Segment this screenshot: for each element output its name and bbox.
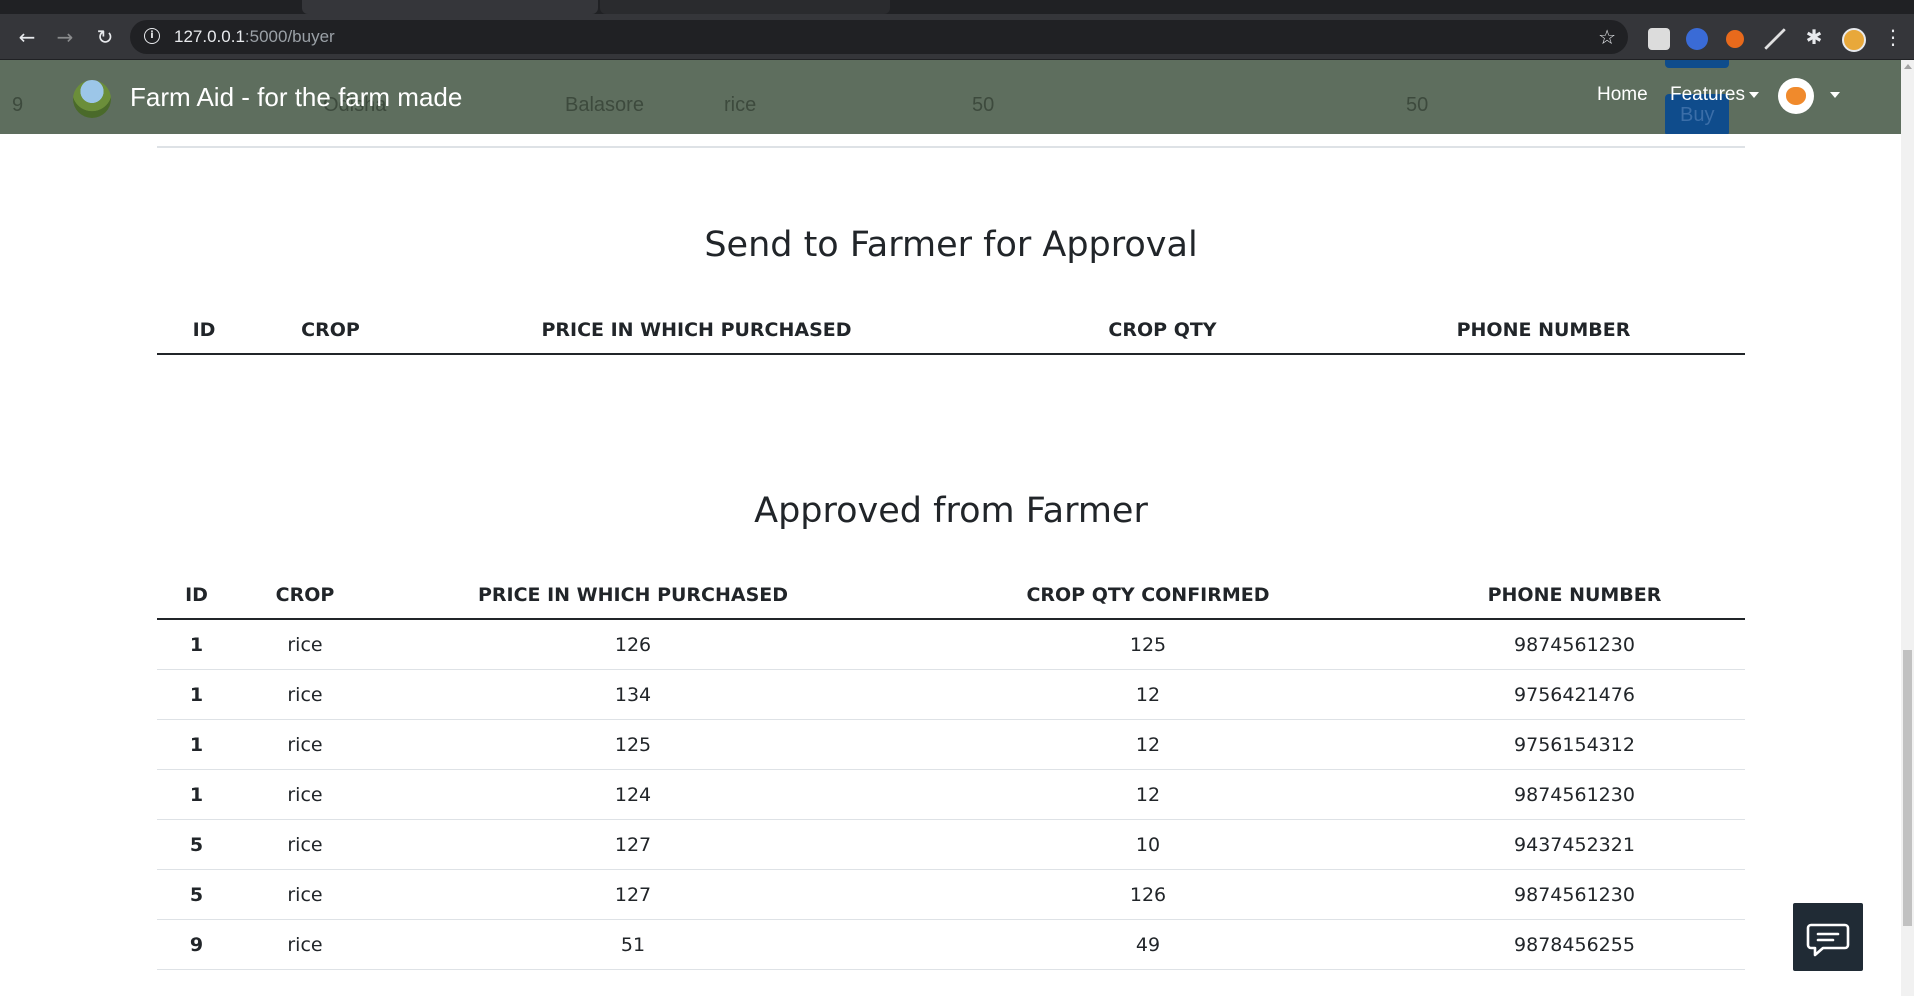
table-row: 1 rice 125 12 9756154312 [157,719,1745,770]
extension-icon[interactable] [1686,28,1708,50]
table-row: 9 rice 51 49 9878456255 [157,919,1745,970]
user-avatar[interactable] [1778,78,1814,114]
column-header-qty-confirmed: CROP QTY CONFIRMED [892,572,1404,620]
avatar-chevron-down-icon[interactable] [1830,92,1840,98]
behind-row-price: 50 [972,94,995,116]
cell-phone: 9756154312 [1404,719,1745,770]
column-header-phone: PHONE NUMBER [1404,572,1745,620]
approved-section-title: Approved from Farmer [754,491,1148,531]
cell-phone: 9874561230 [1404,619,1745,670]
table-row: 1 rice 134 12 9756421476 [157,669,1745,720]
cell-id: 1 [157,769,236,820]
cell-phone: 9878456255 [1404,919,1745,970]
cell-phone: 9437452321 [1404,819,1745,870]
cell-phone: 9756421476 [1404,669,1745,720]
extension-icon[interactable] [1726,30,1744,48]
browser-tab-strip [0,0,1914,14]
table-header-row: ID CROP PRICE IN WHICH PURCHASED CROP QT… [157,307,1745,355]
cell-crop: rice [236,869,374,920]
table-row: 5 rice 127 10 9437452321 [157,819,1745,870]
cell-price: 51 [374,919,892,970]
nav-features-label: Features [1670,84,1745,105]
column-header-qty: CROP QTY [983,307,1342,355]
cell-price: 125 [374,719,892,770]
extension-icon[interactable] [1648,28,1670,50]
cell-price: 134 [374,669,892,720]
browser-tab-active[interactable] [302,0,598,14]
site-navbar: 9 Odisha Balasore rice 50 50 Buy Farm Ai… [0,60,1901,134]
cell-id: 9 [157,919,236,970]
cell-crop: rice [236,919,374,970]
column-header-id: ID [157,307,251,355]
column-header-price: PRICE IN WHICH PURCHASED [374,572,892,620]
nav-features-dropdown[interactable]: Features [1670,84,1759,106]
cell-qty: 125 [892,619,1404,670]
behind-buy-button[interactable] [1665,60,1729,68]
address-bar[interactable]: i 127.0.0.1:5000/buyer ☆ [130,20,1628,54]
cell-price: 127 [374,869,892,920]
behind-row-qty: 50 [1406,94,1429,116]
pending-table: ID CROP PRICE IN WHICH PURCHASED CROP QT… [157,307,1745,355]
farm-logo[interactable] [73,80,111,118]
cell-id: 1 [157,719,236,770]
browser-tab[interactable] [600,0,890,14]
nav-home-link[interactable]: Home [1597,84,1648,106]
cell-crop: rice [236,719,374,770]
table-divider [157,146,1745,148]
table-row: 5 rice 127 126 9874561230 [157,869,1745,920]
cell-id: 5 [157,819,236,870]
cell-price: 127 [374,819,892,870]
extension-icon[interactable] [1764,28,1786,50]
cell-phone: 9874561230 [1404,769,1745,820]
forward-icon[interactable]: → [52,24,78,50]
browser-menu-icon[interactable]: ⋮ [1880,24,1906,50]
table-row: 1 rice 126 125 9874561230 [157,619,1745,670]
cell-id: 1 [157,669,236,720]
column-header-id: ID [157,572,236,620]
cell-qty: 12 [892,719,1404,770]
column-header-phone: PHONE NUMBER [1342,307,1745,355]
brand-title[interactable]: Farm Aid - for the farm made [130,82,462,113]
cell-qty: 49 [892,919,1404,970]
approved-table: ID CROP PRICE IN WHICH PURCHASED CROP QT… [157,572,1745,970]
cell-qty: 12 [892,669,1404,720]
url-text: 127.0.0.1:5000/buyer [174,27,335,46]
chat-widget-button[interactable] [1793,903,1863,971]
column-header-crop: CROP [236,572,374,620]
back-icon[interactable]: ← [14,24,40,50]
cell-price: 126 [374,619,892,670]
profile-avatar-icon[interactable] [1842,28,1866,52]
bookmark-star-icon[interactable]: ☆ [1598,25,1616,49]
chat-icon [1806,923,1850,957]
table-row: 1 rice 124 12 9874561230 [157,769,1745,820]
cell-qty: 126 [892,869,1404,920]
table-header-row: ID CROP PRICE IN WHICH PURCHASED CROP QT… [157,572,1745,620]
fox-avatar-icon [1786,87,1806,105]
behind-row-crop: rice [724,94,757,116]
behind-buy-label: Buy [1680,104,1715,126]
behind-row-district: Balasore [565,94,644,116]
cell-phone: 9874561230 [1404,869,1745,920]
reload-icon[interactable]: ↻ [92,24,118,50]
cell-id: 1 [157,619,236,670]
extensions-puzzle-icon[interactable]: ✱ [1801,24,1827,50]
site-info-icon[interactable]: i [144,28,160,44]
chevron-down-icon [1748,91,1759,98]
cell-price: 124 [374,769,892,820]
browser-toolbar: ← → ↻ i 127.0.0.1:5000/buyer ☆ ✱ ⋮ [0,14,1914,60]
cell-crop: rice [236,669,374,720]
cell-id: 5 [157,869,236,920]
scroll-up-arrow-icon[interactable] [1904,64,1912,69]
behind-row-id: 9 [12,94,24,116]
pending-section-title: Send to Farmer for Approval [704,225,1198,265]
cell-crop: rice [236,769,374,820]
column-header-crop: CROP [251,307,410,355]
cell-crop: rice [236,819,374,870]
column-header-price: PRICE IN WHICH PURCHASED [410,307,983,355]
cell-qty: 12 [892,769,1404,820]
cell-crop: rice [236,619,374,670]
page-scrollbar[interactable] [1901,60,1914,996]
cell-qty: 10 [892,819,1404,870]
scrollbar-thumb[interactable] [1903,650,1912,926]
